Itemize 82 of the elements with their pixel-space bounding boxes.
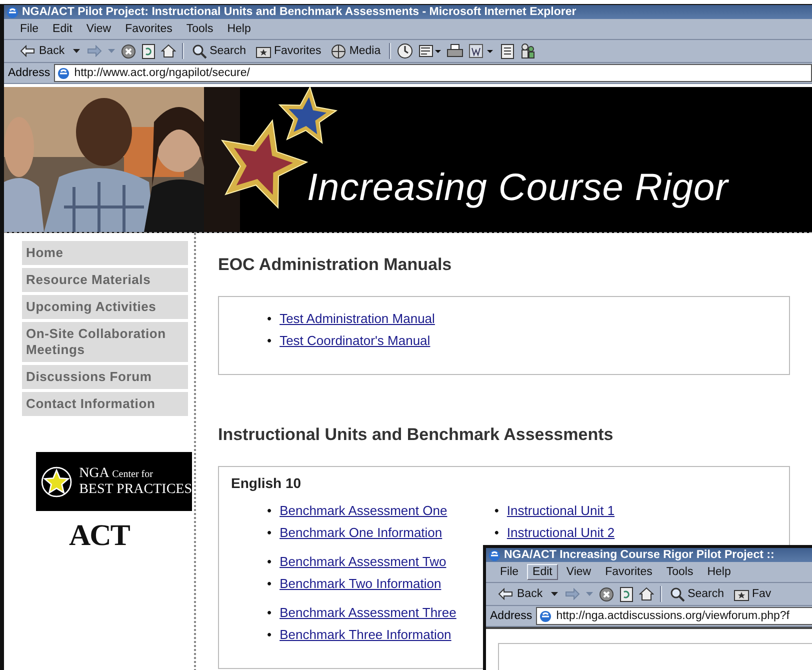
bullet: • [267, 311, 272, 326]
menu-item[interactable]: Edit [46, 21, 78, 37]
menu-item[interactable]: Tools [180, 21, 220, 37]
bullet: • [267, 576, 272, 591]
document-link[interactable]: Benchmark Assessment One [280, 503, 448, 518]
home-icon[interactable] [638, 587, 654, 601]
nav-link[interactable]: Resource Materials [22, 268, 188, 292]
document-icon[interactable] [500, 44, 514, 58]
document-link[interactable]: Benchmark Assessment Two [280, 554, 446, 569]
home-icon[interactable] [160, 44, 176, 58]
unit-link[interactable]: Instructional Unit 1 [506, 503, 615, 518]
printer-icon[interactable] [446, 44, 463, 58]
document-link[interactable]: Benchmark Three Information [280, 627, 452, 642]
menu-item[interactable]: Favorites [599, 564, 658, 580]
course-heading: English 10 [231, 475, 302, 491]
nav-link[interactable]: Upcoming Activities [22, 295, 188, 319]
browser-icon [6, 6, 19, 18]
refresh-icon[interactable] [620, 586, 633, 602]
favorites-icon [734, 588, 750, 600]
favorites-button[interactable]: Favorites [254, 44, 324, 58]
menu-item[interactable]: Tools [660, 564, 700, 580]
unit-link[interactable]: Instructional Unit 2 [506, 525, 615, 540]
menu-item[interactable]: File [494, 564, 525, 580]
document-link[interactable]: Benchmark Assessment Three [280, 605, 456, 620]
bullet: • [494, 503, 499, 518]
favorites-button[interactable]: Fav [732, 588, 774, 600]
section-heading: Instructional Units and Benchmark Assessments [218, 425, 614, 445]
banner-title: Increasing Course Rigor [307, 167, 728, 210]
back-arrow-icon[interactable] [20, 45, 36, 57]
media-button[interactable]: Media [329, 44, 383, 58]
bullet: • [267, 554, 272, 569]
menu-item[interactable]: Favorites [119, 21, 178, 37]
browser-icon [539, 610, 552, 622]
menu-item[interactable]: Help [221, 21, 257, 37]
address-field[interactable]: http://nga.actdiscussions.org/viewforum.php?f [536, 607, 812, 625]
media-icon [331, 44, 346, 58]
menu-item[interactable]: Help [701, 564, 737, 580]
menu-item[interactable]: View [560, 564, 598, 580]
favorites-icon [256, 44, 272, 58]
act-logo: ACT [69, 521, 130, 551]
logo-text: BEST PRACTICES [79, 482, 192, 497]
refresh-icon[interactable] [142, 44, 155, 58]
logo-text: NGA Center for [79, 466, 154, 482]
nav-link[interactable]: Discussions Forum [22, 365, 188, 389]
word-editor-icon[interactable] [468, 44, 495, 58]
stop-icon[interactable] [120, 44, 136, 58]
people-icon[interactable] [520, 43, 536, 59]
search-button[interactable]: Search [668, 586, 726, 602]
address-field[interactable]: http://www.act.org/ngapilot/secure/ [54, 64, 812, 82]
stop-icon[interactable] [598, 586, 614, 602]
window-title: NGA/ACT Pilot Project: Instructional Units and Benchmark Assessments - Microsoft Internet Explorer [4, 5, 812, 19]
bullet: • [267, 605, 272, 620]
browser-icon [488, 548, 501, 562]
nav-link[interactable]: Home [22, 241, 188, 265]
section-heading: EOC Administration Manuals [218, 255, 453, 275]
nav-link[interactable]: Contact Information [22, 392, 188, 416]
document-link[interactable]: Test Administration Manual [280, 311, 435, 326]
address-label: Address [490, 610, 532, 622]
caret-icon[interactable] [550, 592, 558, 596]
menu-item[interactable]: File [14, 21, 45, 37]
nav-link[interactable]: On-Site Collaboration Meetings [22, 322, 188, 362]
history-icon[interactable] [396, 43, 413, 59]
bullet: • [494, 525, 499, 540]
search-icon [192, 44, 207, 58]
search-button[interactable]: Search [190, 44, 248, 58]
bullet: • [267, 333, 272, 348]
search-icon [670, 586, 685, 602]
bullet: • [267, 627, 272, 642]
menu-item[interactable]: View [80, 21, 118, 37]
address-label: Address [8, 67, 50, 79]
browser-icon [57, 66, 70, 80]
back-button[interactable]: Back [18, 45, 67, 57]
back-arrow-icon[interactable] [498, 588, 514, 600]
document-link[interactable]: Test Coordinator's Manual [280, 333, 430, 348]
bullet: • [267, 525, 272, 540]
bullet: • [267, 503, 272, 518]
back-button[interactable]: Back [496, 588, 545, 600]
menu-item[interactable]: Edit [526, 564, 558, 580]
caret-icon[interactable] [72, 49, 80, 53]
document-link[interactable]: Benchmark Two Information [280, 576, 442, 591]
window-title: NGA/ACT Increasing Course Rigor Pilot Project :: [486, 548, 812, 562]
document-link[interactable]: Benchmark One Information [280, 525, 442, 540]
